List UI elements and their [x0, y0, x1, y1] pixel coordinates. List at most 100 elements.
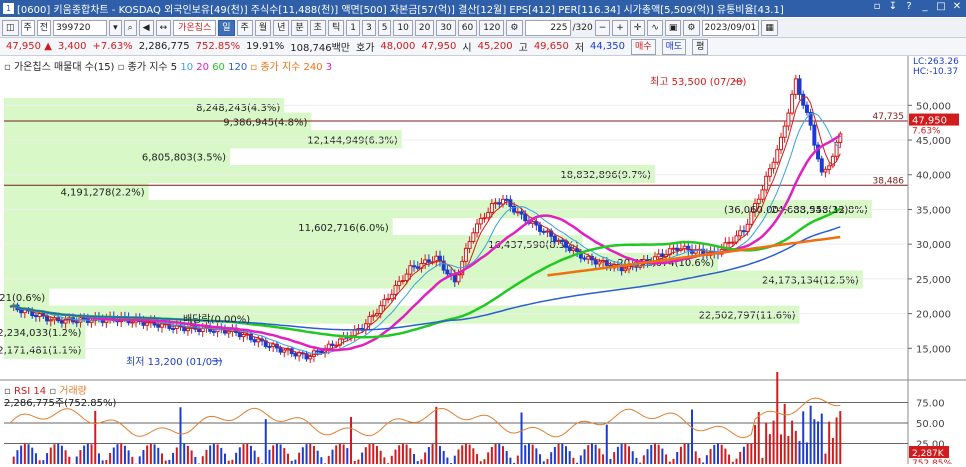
volume-bar: [665, 454, 667, 464]
period-year[interactable]: 년: [273, 20, 289, 36]
zoom-out-icon[interactable]: −: [595, 20, 611, 36]
chart-canvas[interactable]: 8,248,243(4.3%)9,386,945(4.8%)12,144,949…: [0, 56, 966, 464]
count-input[interactable]: 225: [525, 20, 571, 36]
candle-body: [813, 125, 816, 145]
volume-bar: [16, 450, 18, 464]
cross-icon[interactable]: ✛: [630, 20, 646, 36]
interval-120[interactable]: 120: [479, 20, 504, 36]
candle-body: [387, 299, 390, 300]
volume-bar: [817, 421, 819, 464]
volume-bar: [128, 450, 130, 464]
volume-bar: [550, 452, 552, 464]
avg-button[interactable]: 평: [692, 39, 708, 55]
candle-body: [309, 356, 312, 358]
volume-bar: [420, 459, 422, 464]
candle-body: [383, 299, 386, 305]
sell-button[interactable]: 매도: [662, 39, 687, 55]
volume-bar: [717, 444, 719, 464]
candle-body: [505, 199, 508, 200]
interval-1[interactable]: 1: [346, 20, 360, 36]
volume-bar: [761, 458, 763, 464]
volume-bar: [50, 448, 52, 464]
volume-bar: [213, 444, 215, 464]
save-icon[interactable]: ▣: [665, 20, 682, 36]
maximize-icon[interactable]: □: [936, 1, 946, 13]
stock-chart[interactable]: 8,248,243(4.3%)9,386,945(4.8%)12,144,949…: [0, 56, 966, 464]
volume-bar: [424, 452, 426, 464]
volume-bar: [61, 446, 63, 464]
wave-icon[interactable]: ∿: [647, 20, 663, 36]
pin-icon[interactable]: ↧: [888, 1, 898, 13]
candle-body: [83, 318, 86, 319]
period-second[interactable]: 초: [310, 20, 326, 36]
type-select[interactable]: 전: [37, 20, 51, 36]
nav-icon[interactable]: ↔: [156, 20, 172, 36]
volume-bar: [710, 449, 712, 464]
period-tick[interactable]: 틱: [328, 20, 344, 36]
volume-bar: [521, 412, 523, 464]
period-month[interactable]: 월: [255, 20, 271, 36]
date-input[interactable]: 2023/09/01: [702, 20, 760, 36]
candle-body: [728, 242, 731, 243]
volume-profile-label: 4,191,278(2.2%): [61, 187, 145, 198]
period-day[interactable]: 일: [218, 20, 234, 36]
volume-bar: [780, 434, 782, 464]
volume-bar: [194, 457, 196, 464]
calendar-icon[interactable]: ▦: [761, 20, 778, 36]
volume-bar: [131, 457, 133, 464]
volume-tag-pct: 752.85%: [912, 459, 952, 464]
turnover: 19.91%: [246, 41, 284, 52]
candle-body: [212, 331, 215, 332]
volume-profile-label: 24,173,134(12.5%): [762, 276, 859, 287]
volume-bar: [595, 445, 597, 464]
vol-value: 2,286,775주(752.85%): [4, 394, 116, 409]
minimize-icon[interactable]: _: [920, 1, 930, 13]
interval-30[interactable]: 30: [436, 20, 455, 36]
candle-body: [172, 328, 175, 329]
window-controls: ▫ ↧ ? _ □ ✕: [872, 1, 962, 13]
buy-button[interactable]: 매수: [631, 39, 656, 55]
volume-bar: [661, 449, 663, 464]
mode-select[interactable]: 주: [21, 20, 35, 36]
restore-icon[interactable]: ▫: [872, 1, 882, 13]
volume-bar: [287, 454, 289, 464]
range-annotation: (36,060.00 ~ 33,553.33): [724, 205, 848, 216]
legend-ma240-period: 3: [326, 62, 332, 73]
interval-10[interactable]: 10: [393, 20, 412, 36]
candle-body: [146, 323, 149, 325]
stock-code-input[interactable]: 399720: [53, 20, 107, 36]
search-icon[interactable]: ⌕: [124, 20, 137, 36]
interval-60[interactable]: 60: [458, 20, 477, 36]
volume-profile-label: 9,386,945(4.8%): [223, 118, 307, 129]
volume-bar: [598, 448, 600, 464]
volume-bar: [443, 451, 445, 464]
prev-icon[interactable]: ◀: [139, 20, 154, 36]
volume-bar: [532, 445, 534, 464]
zoom-in-icon[interactable]: +: [612, 20, 628, 36]
dropdown-icon[interactable]: ▾: [109, 20, 122, 36]
volume-bar: [495, 444, 497, 464]
gear-icon[interactable]: ⚙: [683, 20, 699, 36]
volume-bar: [498, 444, 500, 464]
volume-bar: [394, 450, 396, 464]
volume-bar: [676, 452, 678, 464]
candle-body: [494, 203, 497, 204]
open-label: 시: [462, 39, 471, 54]
volume-profile-label: 6,805,803(3.5%): [142, 153, 226, 164]
current-price: 47,950 ▲: [6, 41, 52, 52]
candle-body: [772, 162, 775, 168]
menu-icon[interactable]: ◫: [2, 20, 19, 36]
settings-icon[interactable]: ⚙: [506, 20, 522, 36]
close-icon[interactable]: ✕: [952, 1, 962, 13]
interval-3[interactable]: 3: [362, 20, 376, 36]
volume-bar: [428, 447, 430, 464]
interval-5[interactable]: 5: [378, 20, 392, 36]
period-minute[interactable]: 분: [291, 20, 307, 36]
help-icon[interactable]: ?: [904, 1, 914, 13]
volume-bar: [309, 444, 311, 464]
period-week[interactable]: 주: [237, 20, 253, 36]
interval-20[interactable]: 20: [415, 20, 434, 36]
volume-bar: [580, 455, 582, 464]
volume-bar: [109, 453, 111, 464]
volume-bar: [617, 447, 619, 464]
